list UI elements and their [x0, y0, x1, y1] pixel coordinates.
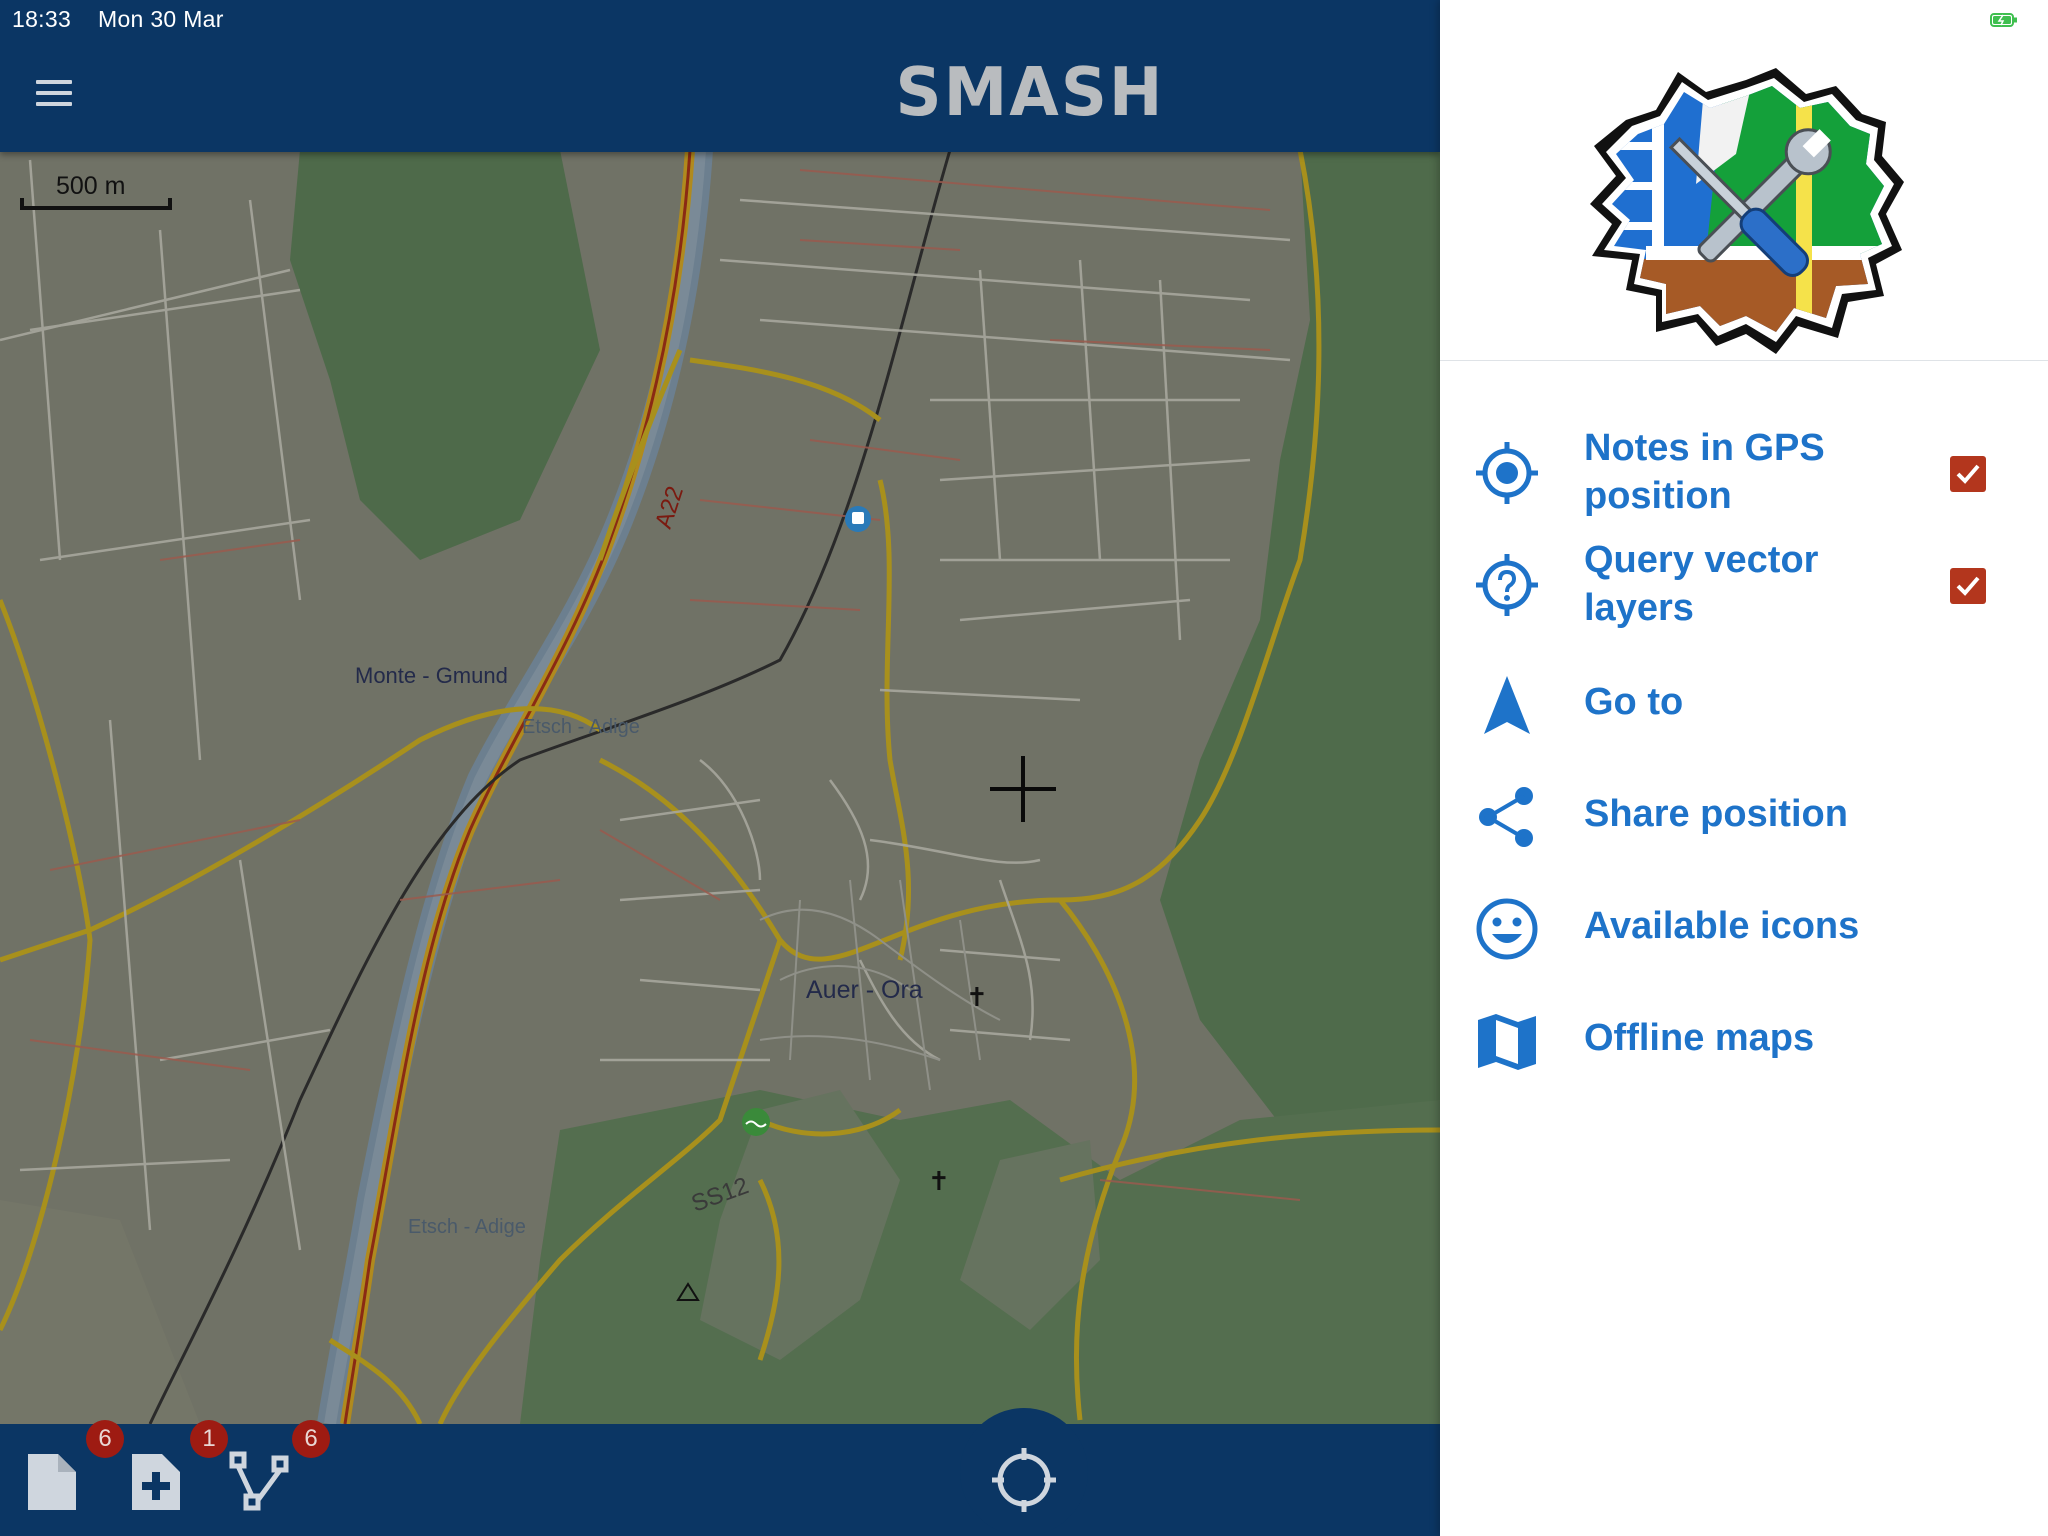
swimming-pool-icon: [742, 1108, 770, 1136]
share-position-label: Share position: [1584, 793, 1848, 835]
check-icon: [1956, 464, 1980, 484]
center-gps-icon: [992, 1448, 1056, 1512]
map-label-etsch-adige-bottom: Etsch - Adige: [408, 1216, 526, 1238]
notes-in-gps-checkbox[interactable]: [1950, 456, 1986, 492]
smiley-icon: [1476, 898, 1538, 960]
map-icon: [1478, 1014, 1536, 1070]
add-form-note-icon: [132, 1454, 180, 1510]
query-help-icon: [1476, 554, 1538, 616]
offline-maps-item[interactable]: Offline maps: [1440, 1000, 2048, 1090]
app-title: SMASH: [895, 54, 1165, 132]
gps-logs-count-badge: 6: [292, 1420, 330, 1458]
offline-maps-label: Offline maps: [1584, 1017, 1815, 1059]
notes-button[interactable]: [20, 1450, 84, 1514]
church-icon: ✝: [966, 983, 988, 1013]
share-position-item[interactable]: Share position: [1440, 776, 2048, 866]
app-bar: 18:33 Mon 30 Mar SMASH: [0, 0, 1440, 152]
scale-bar: 500 m: [20, 170, 176, 220]
notes-count-badge: 6: [86, 1420, 124, 1458]
available-icons-label: Available icons: [1584, 905, 1860, 947]
note-icon: [28, 1454, 76, 1510]
notes-in-gps-label-line2: position: [1584, 475, 1732, 517]
notes-in-gps-position-item[interactable]: Notes in GPS position: [1440, 420, 2048, 530]
query-vector-checkbox[interactable]: [1950, 568, 1986, 604]
gps-log-icon: [229, 1451, 289, 1511]
available-icons-item[interactable]: Available icons: [1440, 888, 2048, 978]
hamburger-menu-icon[interactable]: [34, 80, 74, 112]
go-to-item[interactable]: Go to: [1440, 664, 2048, 754]
app-title-container: SMASH: [890, 54, 1170, 136]
map-canvas[interactable]: Monte - Gmund Etsch - Adige A22 Auer - O…: [0, 0, 1440, 1536]
church-icon: ✝: [928, 1167, 950, 1197]
form-notes-count-badge: 1: [190, 1420, 228, 1458]
map-label-monte-gmund: Monte - Gmund: [355, 663, 508, 688]
navigation-drawer: Notes in GPS position Query vector layer…: [1440, 0, 2048, 1536]
map-center-crosshair: [990, 756, 1056, 822]
navigation-arrow-icon: [1484, 676, 1530, 734]
query-vector-label-line2: layers: [1584, 587, 1694, 629]
share-icon: [1479, 787, 1533, 847]
map-view[interactable]: Monte - Gmund Etsch - Adige A22 Auer - O…: [0, 0, 1440, 1536]
center-on-gps-button[interactable]: [960, 1408, 1088, 1536]
battery-icon: [1990, 13, 2017, 27]
query-vector-label-line1: Query vector: [1584, 539, 1819, 581]
map-label-etsch-adige-top: Etsch - Adige: [522, 716, 640, 738]
gps-fixed-icon: [1476, 442, 1538, 504]
gps-logs-button[interactable]: [228, 1450, 292, 1514]
status-time: 18:33: [12, 6, 72, 32]
status-date: Mon 30 Mar: [98, 6, 224, 32]
screen: Monte - Gmund Etsch - Adige A22 Auer - O…: [0, 0, 2048, 1536]
notes-in-gps-label-line1: Notes in GPS: [1584, 427, 1825, 469]
go-to-label: Go to: [1584, 681, 1684, 723]
smash-logo: [1590, 68, 1904, 354]
query-vector-layers-item[interactable]: Query vector layers: [1440, 532, 2048, 642]
map-label-auer-ora: Auer - Ora: [806, 976, 923, 1004]
scale-label: 500 m: [56, 172, 126, 200]
drawer-header: [1440, 0, 2048, 361]
check-icon: [1956, 576, 1980, 596]
add-form-note-button[interactable]: [124, 1450, 188, 1514]
